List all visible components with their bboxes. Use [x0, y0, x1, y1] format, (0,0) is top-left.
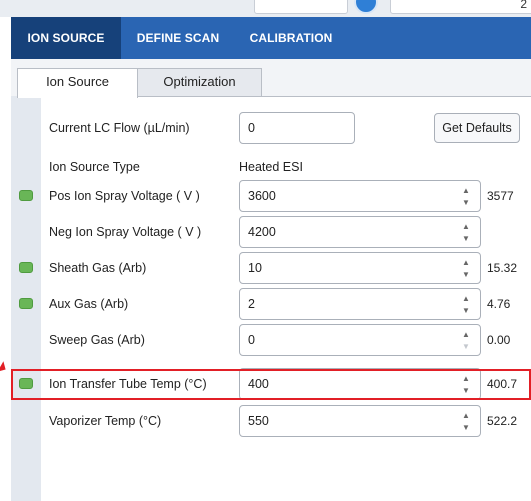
status-led-transfer-tube	[19, 378, 33, 389]
spinner-up-icon[interactable]: ▲	[462, 259, 470, 267]
pos-spray-voltage-input[interactable]: 3600 ▲ ▼	[239, 180, 481, 212]
readback-sweep-gas: 0.00	[487, 333, 511, 347]
sheath-gas-input[interactable]: 10 ▲ ▼	[239, 252, 481, 284]
param-value-transfer-tube: 400	[248, 377, 269, 391]
tab-ion-source[interactable]: ION SOURCE	[11, 17, 121, 59]
sheath-gas-spinner[interactable]: ▲ ▼	[462, 257, 472, 281]
spinner-up-icon[interactable]: ▲	[462, 187, 470, 195]
ion-source-type-label: Ion Source Type	[49, 160, 140, 174]
param-label-sheath-gas: Sheath Gas (Arb)	[49, 261, 147, 275]
status-led-pos-spray	[19, 190, 33, 201]
spinner-down-icon[interactable]: ▼	[462, 307, 470, 315]
toolbar-field[interactable]	[254, 0, 348, 14]
param-label-neg-spray: Neg Ion Spray Voltage ( V )	[49, 225, 202, 239]
lc-flow-value: 0	[248, 121, 255, 135]
toolbar-status-icon[interactable]	[354, 0, 378, 14]
toolbar-value: 2	[520, 0, 527, 11]
aux-gas-input[interactable]: 2 ▲ ▼	[239, 288, 481, 320]
param-label-sweep-gas: Sweep Gas (Arb)	[49, 333, 145, 347]
spinner-up-icon[interactable]: ▲	[462, 331, 470, 339]
aux-gas-spinner[interactable]: ▲ ▼	[462, 293, 472, 317]
readback-vaporizer: 522.2	[487, 414, 518, 428]
transfer-tube-spinner[interactable]: ▲ ▼	[462, 373, 472, 397]
get-defaults-button[interactable]: Get Defaults	[434, 113, 520, 143]
lc-flow-label: Current LC Flow (µL/min)	[49, 121, 190, 135]
spinner-up-icon[interactable]: ▲	[462, 223, 470, 231]
neg-spray-voltage-input[interactable]: 4200 ▲ ▼	[239, 216, 481, 248]
param-value-sweep-gas: 0	[248, 333, 255, 347]
spinner-down-icon: ▼	[462, 342, 470, 351]
main-tab-bar: ION SOURCE DEFINE SCAN CALIBRATION	[11, 17, 531, 59]
vaporizer-temp-input[interactable]: 550 ▲ ▼	[239, 405, 481, 437]
tab-calibration[interactable]: CALIBRATION	[235, 17, 347, 59]
spinner-up-icon[interactable]: ▲	[462, 375, 470, 383]
spinner-up-icon[interactable]: ▲	[462, 295, 470, 303]
param-value-neg-spray: 4200	[248, 225, 276, 239]
ion-source-type-value: Heated ESI	[239, 160, 303, 174]
param-label-vaporizer: Vaporizer Temp (°C)	[49, 414, 162, 428]
status-led-sheath-gas	[19, 262, 33, 273]
subtab-ion-source[interactable]: Ion Source	[17, 68, 138, 98]
lc-flow-input[interactable]: 0	[239, 112, 355, 144]
pos-spray-spinner[interactable]: ▲ ▼	[462, 185, 472, 209]
spinner-down-icon[interactable]: ▼	[462, 387, 470, 395]
sweep-gas-input[interactable]: 0 ▲ ▼	[239, 324, 481, 356]
transfer-tube-temp-input[interactable]: 400 ▲ ▼	[239, 368, 481, 400]
param-value-aux-gas: 2	[248, 297, 255, 311]
top-toolbar-strip: 2	[0, 0, 531, 17]
status-led-aux-gas	[19, 298, 33, 309]
vaporizer-spinner[interactable]: ▲ ▼	[462, 410, 472, 434]
spinner-down-icon[interactable]: ▼	[462, 199, 470, 207]
subtab-optimization[interactable]: Optimization	[137, 68, 262, 96]
sweep-gas-spinner[interactable]: ▲ ▼	[462, 329, 472, 353]
spinner-up-icon[interactable]: ▲	[462, 412, 470, 420]
spinner-down-icon[interactable]: ▼	[462, 424, 470, 432]
readback-sheath-gas: 15.32	[487, 261, 518, 275]
param-value-vaporizer: 550	[248, 414, 269, 428]
readback-aux-gas: 4.76	[487, 297, 511, 311]
param-value-pos-spray: 3600	[248, 189, 276, 203]
spinner-down-icon[interactable]: ▼	[462, 271, 470, 279]
readback-pos-spray: 3577	[487, 189, 514, 203]
toolbar-value-field[interactable]: 2	[390, 0, 531, 14]
annotation-arrow-icon	[0, 361, 9, 375]
tab-define-scan[interactable]: DEFINE SCAN	[121, 17, 235, 59]
param-value-sheath-gas: 10	[248, 261, 262, 275]
param-label-pos-spray: Pos Ion Spray Voltage ( V )	[49, 189, 200, 203]
neg-spray-spinner[interactable]: ▲ ▼	[462, 221, 472, 245]
param-label-transfer-tube: Ion Transfer Tube Temp (°C)	[49, 377, 207, 391]
spinner-down-icon[interactable]: ▼	[462, 235, 470, 243]
param-label-aux-gas: Aux Gas (Arb)	[49, 297, 129, 311]
readback-transfer-tube: 400.7	[487, 377, 518, 391]
